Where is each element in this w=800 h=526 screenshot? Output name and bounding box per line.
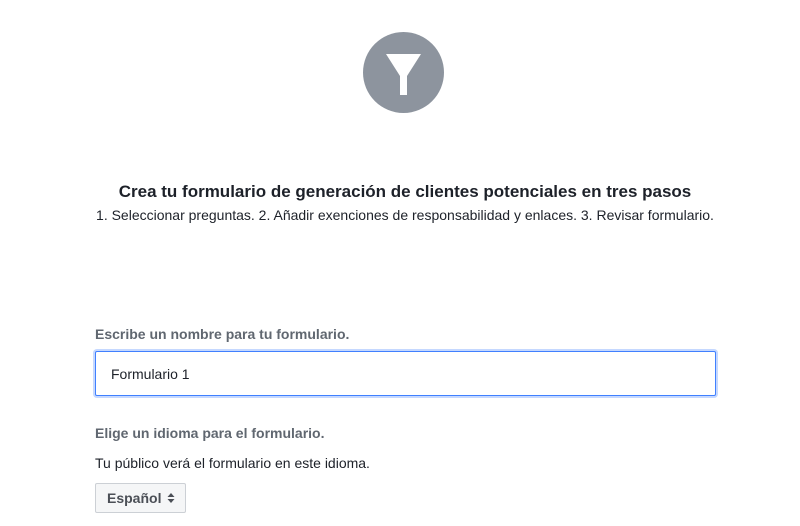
language-select-value: Español	[107, 490, 162, 506]
language-select[interactable]: Español	[95, 483, 187, 513]
filter-icon	[363, 32, 444, 113]
filter-icon-glyph	[386, 54, 421, 95]
page-title: Crea tu formulario de generación de clie…	[118, 182, 692, 201]
language-label: Elige un idioma para el formulario.	[95, 425, 325, 441]
language-help-text: Tu público verá el formulario en este id…	[95, 455, 370, 471]
up-down-arrows-icon	[167, 492, 175, 504]
steps-description: 1. Seleccionar preguntas. 2. Añadir exen…	[96, 207, 714, 223]
form-name-input[interactable]	[95, 351, 716, 396]
form-name-label: Escribe un nombre para tu formulario.	[95, 326, 350, 342]
